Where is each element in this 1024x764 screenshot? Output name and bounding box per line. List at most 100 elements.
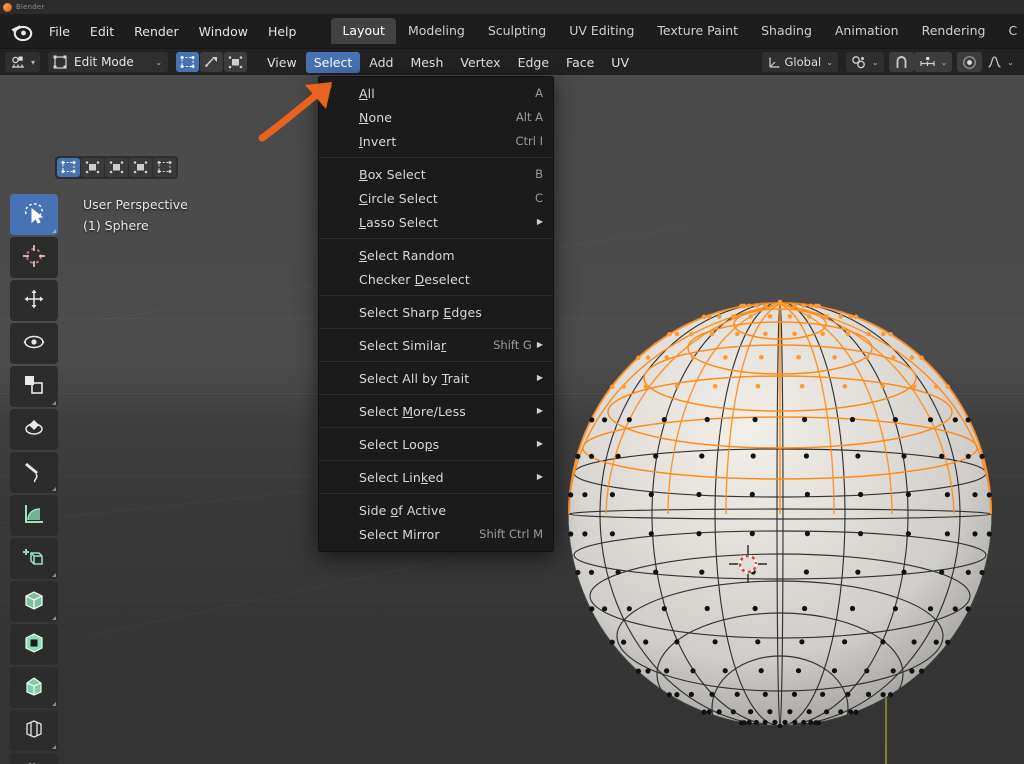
viewport-info-text: User Perspective (1) Sphere: [83, 194, 188, 236]
edge-select-mode[interactable]: [200, 52, 224, 72]
top-menu-window[interactable]: Window: [190, 21, 257, 42]
menu-item-label: Select Sharp Edges: [359, 304, 482, 320]
sphere-object[interactable]: [550, 284, 1010, 744]
face-select-mode[interactable]: [224, 52, 248, 72]
menu-item-select-mirror[interactable]: Select Mirror Shift Ctrl M: [319, 522, 553, 546]
orientation-gizmo-icon: [768, 56, 780, 68]
chevron-down-icon: ▾: [31, 57, 36, 67]
transform-tool[interactable]: [10, 409, 58, 450]
menu-item-side-of-active[interactable]: Side of Active: [319, 498, 553, 522]
menu-item-label: Select Random: [359, 247, 455, 263]
workspace-tab-texture-paint[interactable]: Texture Paint: [646, 18, 749, 44]
menu-item-select-sharp-edges[interactable]: Select Sharp Edges: [319, 300, 553, 324]
workspace-tab-uv-editing[interactable]: UV Editing: [558, 18, 645, 44]
snap-to-button[interactable]: ⌄: [913, 52, 953, 72]
add-cube-tool[interactable]: [10, 538, 58, 579]
tool-submenu-indicator-icon: [52, 487, 56, 491]
top-menu-render[interactable]: Render: [125, 21, 188, 42]
top-menu-help[interactable]: Help: [259, 21, 306, 42]
extrude-region-icon: [21, 587, 47, 617]
menu-item-all[interactable]: All A: [319, 81, 553, 105]
menu-item-select-all-by-trait[interactable]: Select All by Trait ▶: [319, 366, 553, 390]
top-menu-edit[interactable]: Edit: [81, 21, 123, 42]
mode-selector[interactable]: Edit Mode ⌄: [48, 52, 169, 72]
menu-item-label: Lasso Select: [359, 214, 439, 230]
workspace-tab-c[interactable]: C: [997, 18, 1024, 44]
submenu-arrow-icon: ▶: [536, 373, 543, 382]
select-dropdown-menu[interactable]: All A None Alt A Invert Ctrl I Box Select B Circ…: [318, 76, 554, 552]
menu-separator: [319, 361, 553, 362]
editor-type-button[interactable]: ▾: [5, 52, 41, 72]
menu-item-box-select[interactable]: Box Select B: [319, 162, 553, 186]
cursor-tool[interactable]: [10, 237, 58, 278]
viewport-menu-add[interactable]: Add: [361, 52, 401, 73]
viewport-menu-mesh[interactable]: Mesh: [402, 52, 451, 73]
menu-item-select-linked[interactable]: Select Linked ▶: [319, 465, 553, 489]
viewport-menu-vertex[interactable]: Vertex: [452, 52, 508, 73]
menu-item-invert[interactable]: Invert Ctrl I: [319, 129, 553, 153]
snap-increment-icon: [919, 56, 935, 66]
select-subtract-button[interactable]: [105, 158, 128, 177]
viewport-menu-view[interactable]: View: [259, 52, 305, 73]
select-invert-button[interactable]: [129, 158, 152, 177]
top-menu-file[interactable]: File: [40, 21, 79, 42]
proportional-falloff-button[interactable]: ⌄: [982, 52, 1019, 72]
viewport-menu-uv[interactable]: UV: [603, 52, 637, 73]
viewport-menu-edge[interactable]: Edge: [510, 52, 557, 73]
menu-item-label: Side of Active: [359, 502, 447, 518]
move-tool[interactable]: [10, 280, 58, 321]
bevel-tool[interactable]: [10, 667, 58, 708]
orientation-label: Global: [784, 55, 822, 69]
scale-tool[interactable]: [10, 366, 58, 407]
tool-submenu-indicator-icon: [52, 229, 56, 233]
viewport-menu-face[interactable]: Face: [558, 52, 602, 73]
knife-tool[interactable]: [10, 753, 58, 764]
menu-item-checker-deselect[interactable]: Checker Deselect: [319, 267, 553, 291]
viewport-menu-select[interactable]: Select: [305, 51, 361, 73]
workspace-tab-modeling[interactable]: Modeling: [397, 18, 476, 44]
tweak-select-tool[interactable]: [10, 194, 58, 235]
menu-separator: [319, 157, 553, 158]
knife-icon: [21, 759, 47, 764]
submenu-arrow-icon: ▶: [536, 340, 543, 349]
add-cube-icon: [21, 544, 47, 574]
menu-separator: [319, 238, 553, 239]
workspace-tab-shading[interactable]: Shading: [750, 18, 823, 44]
rotate-tool[interactable]: [10, 323, 58, 364]
measure-tool[interactable]: [10, 495, 58, 536]
menu-item-select-similar[interactable]: Select Similar Shift G ▶: [319, 333, 553, 357]
menu-item-shortcut-group: Shift Ctrl M: [479, 527, 543, 541]
blender-logo-icon[interactable]: [8, 18, 34, 44]
perspective-label: User Perspective: [83, 197, 188, 212]
loop-cut-icon: [21, 716, 47, 746]
select-new-button[interactable]: [57, 158, 80, 177]
editor-type-icon: [12, 56, 24, 68]
pivot-point-button[interactable]: ⌄: [845, 52, 884, 72]
menu-item-select-random[interactable]: Select Random: [319, 243, 553, 267]
annotate-tool[interactable]: [10, 452, 58, 493]
menu-item-select-loops[interactable]: Select Loops ▶: [319, 432, 553, 456]
menu-item-shortcut-group: Alt A: [516, 110, 543, 124]
viewport-header: ▾ Edit Mode ⌄ View Select Add Mesh Verte…: [0, 48, 1024, 75]
menu-item-circle-select[interactable]: Circle Select C: [319, 186, 553, 210]
menu-item-shortcut-group: ▶: [537, 218, 543, 226]
workspace-tab-animation[interactable]: Animation: [824, 18, 910, 44]
extrude-tool[interactable]: [10, 581, 58, 622]
select-extend-button[interactable]: [81, 158, 104, 177]
transform-orientation-button[interactable]: Global ⌄: [761, 52, 838, 72]
menu-item-shortcut-group: Shift G ▶: [493, 338, 543, 352]
menu-item-select-more-less[interactable]: Select More/Less ▶: [319, 399, 553, 423]
annotate-pencil-icon: [21, 458, 47, 488]
vertex-select-mode[interactable]: [176, 52, 200, 72]
inset-faces-tool[interactable]: [10, 624, 58, 665]
workspace-tab-rendering[interactable]: Rendering: [911, 18, 997, 44]
proportional-editing-button[interactable]: [957, 52, 983, 72]
loop-cut-tool[interactable]: [10, 710, 58, 751]
menu-item-none[interactable]: None Alt A: [319, 105, 553, 129]
select-intersect-button[interactable]: [153, 158, 176, 177]
snap-toggle-button[interactable]: [888, 52, 914, 72]
workspace-tabs: Layout Modeling Sculpting UV Editing Texture…: [331, 18, 1024, 44]
workspace-tab-sculpting[interactable]: Sculpting: [477, 18, 557, 44]
menu-item-lasso-select[interactable]: Lasso Select ▶: [319, 210, 553, 234]
workspace-tab-layout[interactable]: Layout: [331, 18, 396, 44]
